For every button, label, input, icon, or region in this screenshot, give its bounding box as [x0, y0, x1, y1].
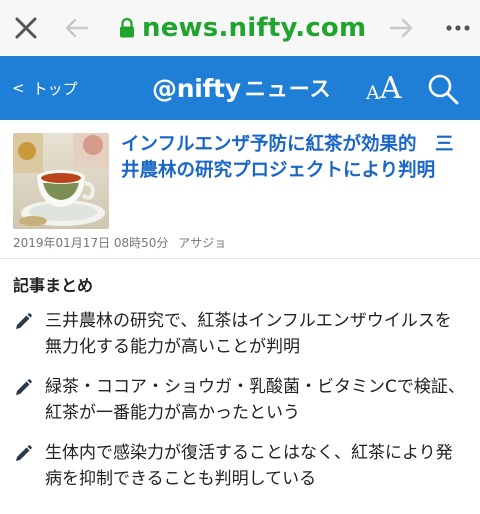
browser-toolbar: news.nifty.com — [0, 0, 480, 56]
lock-icon — [120, 17, 134, 38]
article-date: 2019年01月17日 08時50分 — [13, 236, 169, 250]
site-header: < トップ @nifty ニュース AA — [0, 56, 480, 120]
article-source: アサジョ — [178, 236, 227, 250]
font-size-small-icon: A — [366, 82, 380, 104]
summary-list: 三井農林の研究で、紅茶はインフルエンザウイルスを無力化する能力が高いことが判明 … — [13, 308, 468, 506]
site-logo[interactable]: @nifty ニュース — [152, 70, 332, 106]
forward-arrow-icon[interactable] — [388, 16, 416, 40]
article-title[interactable]: インフルエンザ予防に紅茶が効果的 三井農林の研究プロジェクトにより判明 — [121, 132, 471, 184]
article-meta: 2019年01月17日 08時50分 アサジョ — [13, 234, 232, 251]
pencil-icon — [16, 379, 32, 395]
summary-heading: 記事まとめ — [13, 276, 94, 295]
divider — [0, 258, 480, 259]
back-to-top-label: トップ — [32, 79, 78, 98]
pencil-icon — [16, 313, 32, 329]
summary-item: 緑茶・ココア・ショウガ・乳酸菌・ビタミンCで検証、紅茶が一番能力が高かったという — [13, 374, 468, 426]
logo-text: @nifty — [152, 73, 241, 103]
summary-item: 生体内で感染力が復活することはなく、紅茶により発病を抑制できることも判明している — [13, 440, 468, 492]
summary-item-text: 生体内で感染力が復活することはなく、紅茶により発病を抑制できることも判明している — [45, 443, 453, 489]
font-size-large-icon: A — [379, 71, 402, 106]
font-size-button[interactable]: AA — [366, 71, 406, 106]
logo-suffix: ニュース — [244, 77, 332, 101]
summary-item: 三井農林の研究で、紅茶はインフルエンザウイルスを無力化する能力が高いことが判明 — [13, 308, 468, 360]
chevron-left-icon: < — [12, 79, 25, 97]
close-icon[interactable] — [10, 12, 42, 44]
back-to-top-link[interactable]: < トップ — [12, 76, 78, 100]
summary-item-text: 緑茶・ココア・ショウガ・乳酸菌・ビタミンCで検証、紅茶が一番能力が高かったという — [45, 377, 465, 423]
article-thumbnail[interactable] — [13, 133, 109, 229]
address-bar[interactable]: news.nifty.com — [118, 10, 368, 46]
summary-item-text: 三井農林の研究で、紅茶はインフルエンザウイルスを無力化する能力が高いことが判明 — [45, 311, 452, 357]
more-options-icon[interactable] — [444, 16, 472, 40]
search-icon[interactable] — [426, 72, 460, 106]
url-domain: news.nifty.com — [142, 13, 367, 43]
back-arrow-icon[interactable] — [62, 16, 90, 40]
pencil-icon — [16, 445, 32, 461]
